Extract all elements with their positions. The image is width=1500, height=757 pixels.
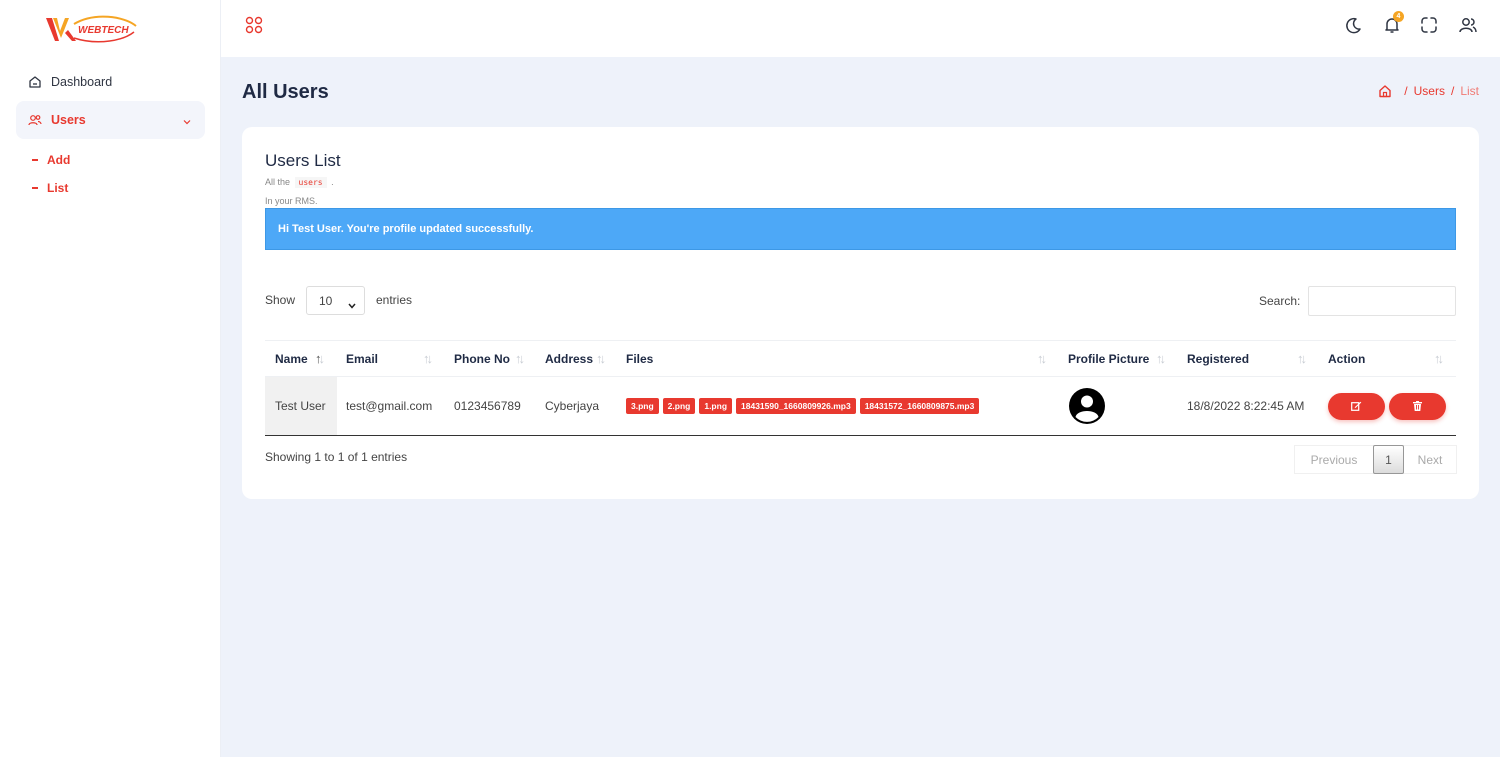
sort-icon[interactable]: ↑↓ <box>596 351 606 366</box>
table-row: Test User test@gmail.com 0123456789 Cybe… <box>265 377 1456 436</box>
sidebar-subitem-add[interactable]: Add <box>32 153 70 167</box>
cell-email: test@gmail.com <box>346 399 433 413</box>
cell-phone: 0123456789 <box>454 399 521 413</box>
breadcrumb-separator: / <box>1450 84 1455 98</box>
sidebar-item-users[interactable]: Users <box>16 101 205 139</box>
card-subtitle-2: In your RMS. <box>265 196 318 206</box>
pagination: Previous 1 Next <box>1294 445 1457 474</box>
dash-marker <box>32 187 38 189</box>
sidebar-subitem-label: Add <box>47 153 71 167</box>
file-badge[interactable]: 18431590_1660809926.mp3 <box>736 398 856 414</box>
column-header-profile-picture[interactable]: Profile Picture <box>1068 341 1149 377</box>
delete-button[interactable] <box>1389 392 1446 420</box>
pagination-page[interactable]: 1 <box>1373 445 1404 474</box>
edit-button[interactable] <box>1328 392 1385 420</box>
breadcrumb-separator: / <box>1404 84 1408 98</box>
search-label: Search: <box>1259 294 1301 308</box>
search-input[interactable] <box>1308 286 1456 316</box>
top-header: 4 <box>221 0 1500 57</box>
table-info: Showing 1 to 1 of 1 entries <box>265 450 408 464</box>
show-label: Show <box>265 293 296 307</box>
trash-icon <box>1413 401 1422 411</box>
entries-label: entries <box>376 293 413 307</box>
pagination-next[interactable]: Next <box>1404 446 1456 473</box>
file-badge[interactable]: 2.png <box>662 398 696 414</box>
sidebar: WEBTECH Dashboard Users Add List <box>0 0 221 757</box>
subtitle-code: users <box>294 177 327 188</box>
svg-text:WEBTECH: WEBTECH <box>78 25 129 36</box>
cell-address: Cyberjaya <box>545 399 600 413</box>
sort-icon[interactable]: ↑↓ <box>1156 351 1166 366</box>
pagination-previous[interactable]: Previous <box>1295 446 1373 473</box>
notification-badge: 4 <box>1393 11 1404 22</box>
expand-icon[interactable] <box>1419 15 1439 35</box>
home-icon[interactable] <box>1378 84 1392 98</box>
cell-registered: 18/8/2022 8:22:45 AM <box>1187 399 1305 413</box>
success-alert: Hi Test User. You're profile updated suc… <box>265 208 1456 250</box>
entries-value: 10 <box>319 293 333 308</box>
chevron-down-icon <box>348 298 356 309</box>
home-icon <box>28 75 42 89</box>
edit-icon <box>1351 401 1362 411</box>
file-badge[interactable]: 1.png <box>699 398 733 414</box>
entries-select[interactable]: 10 <box>306 286 365 315</box>
breadcrumb-users[interactable]: Users <box>1414 84 1445 98</box>
dash-marker <box>32 159 38 161</box>
subtitle-text: All the <box>265 177 291 187</box>
sidebar-subitem-label: List <box>47 181 69 195</box>
sidebar-item-dashboard[interactable]: Dashboard <box>16 63 205 101</box>
apps-icon[interactable] <box>245 16 263 34</box>
card-subtitle: All the users . <box>265 177 334 188</box>
file-badge[interactable]: 18431572_1660809875.mp3 <box>859 398 980 414</box>
cell-profile-picture <box>1068 377 1106 435</box>
avatar <box>1068 387 1106 425</box>
column-header-phone[interactable]: Phone No <box>454 341 510 377</box>
breadcrumb-list: List <box>1460 84 1479 98</box>
file-badge[interactable]: 3.png <box>626 398 659 414</box>
sort-icon[interactable]: ↑↓ <box>423 351 433 366</box>
sidebar-item-label: Dashboard <box>51 75 113 89</box>
sort-icon[interactable]: ↑↓ <box>315 351 325 366</box>
sort-icon[interactable]: ↑↓ <box>1434 351 1444 366</box>
breadcrumb: / Users / List <box>1378 84 1479 98</box>
users-table: Name ↑↓ Email ↑↓ Phone No ↑↓ Address ↑↓ … <box>265 340 1456 436</box>
sidebar-subitem-list[interactable]: List <box>32 181 68 195</box>
chevron-down-icon <box>183 115 191 125</box>
sort-icon[interactable]: ↑↓ <box>1037 351 1047 366</box>
card-title: Users List <box>265 151 341 170</box>
default-avatar-icon <box>1069 388 1105 424</box>
users-icon <box>28 113 42 127</box>
cell-files: 3.png 2.png 1.png 18431590_1660809926.mp… <box>626 377 983 435</box>
column-header-address[interactable]: Address <box>545 341 593 377</box>
subtitle-text: . <box>331 177 334 187</box>
sort-icon[interactable]: ↑↓ <box>515 351 525 366</box>
page-title: All Users <box>242 81 329 103</box>
column-header-email[interactable]: Email <box>346 341 378 377</box>
column-header-action[interactable]: Action <box>1328 341 1365 377</box>
column-header-name[interactable]: Name <box>275 341 308 377</box>
user-icon[interactable] <box>1458 15 1478 35</box>
users-card: Users List All the users . In your RMS. … <box>242 127 1479 499</box>
column-header-registered[interactable]: Registered <box>1187 341 1249 377</box>
sort-icon[interactable]: ↑↓ <box>1297 351 1307 366</box>
moon-icon[interactable] <box>1344 15 1364 35</box>
column-header-files[interactable]: Files <box>626 341 653 377</box>
cell-action <box>1328 377 1450 435</box>
cell-name: Test User <box>265 377 337 435</box>
sidebar-item-label: Users <box>51 113 86 127</box>
table-header: Name ↑↓ Email ↑↓ Phone No ↑↓ Address ↑↓ … <box>265 340 1456 377</box>
brand-logo[interactable]: WEBTECH <box>44 14 139 46</box>
